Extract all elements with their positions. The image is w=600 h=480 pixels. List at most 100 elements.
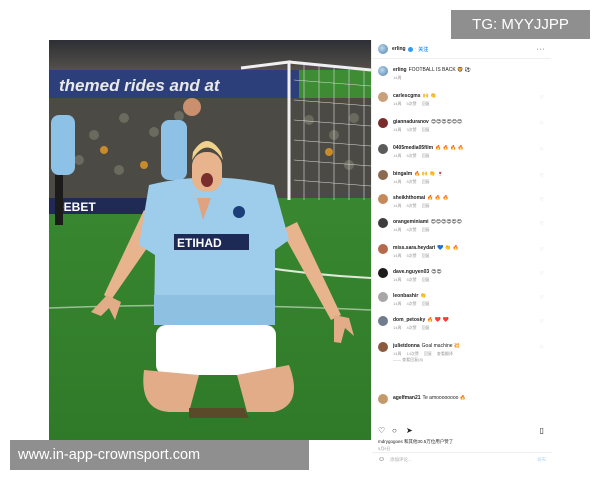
comment-username[interactable]: agelfman21 <box>393 395 421 401</box>
caption-username[interactable]: erling <box>393 67 407 73</box>
comment-like-heart-icon[interactable]: ♡ <box>540 197 544 203</box>
comment-likes[interactable]: 3次赞 <box>406 127 416 132</box>
comment-reply-button[interactable]: 回复 <box>422 203 430 208</box>
comment-row: dave.nguyen03 😍😍 14周 5次赞 回复 ♡ <box>378 268 546 290</box>
comment-likes[interactable]: 5次赞 <box>406 179 416 184</box>
emoji-icon[interactable]: ☺ <box>378 456 385 463</box>
comment-reply-button[interactable]: 回复 <box>422 127 430 132</box>
commenter-avatar[interactable] <box>378 144 388 154</box>
comment-like-heart-icon[interactable]: ♡ <box>540 295 544 301</box>
comment-text-line: sheikhthomai 🔥 🔥 🔥 <box>393 195 528 201</box>
commenter-avatar[interactable] <box>378 342 388 352</box>
view-replies-link[interactable]: —— 查看回复(8) <box>393 357 423 363</box>
comment-text: 😍😍 <box>431 269 442 275</box>
comment-likes[interactable]: 5次赞 <box>406 101 416 106</box>
share-icon[interactable]: ➤ <box>406 426 413 436</box>
comment-username[interactable]: 0405media05film <box>393 145 433 151</box>
comment-username[interactable]: sheikhthomai <box>393 195 425 201</box>
author-avatar[interactable] <box>378 44 388 54</box>
comment-like-heart-icon[interactable]: ♡ <box>540 221 544 227</box>
comment-meta: 14周 5次赞 回复 <box>393 253 435 259</box>
comment-meta: 14周 5次赞 回复 <box>393 179 435 185</box>
comment-reply-button[interactable]: 回复 <box>424 351 432 356</box>
comment-username[interactable]: miss.sara.heydari <box>393 245 435 251</box>
comment-reply-button[interactable]: 回复 <box>422 101 430 106</box>
comment-text: 👏 <box>420 293 427 299</box>
comment-meta: 14周 5次赞 回复 <box>393 101 435 107</box>
comment-reply-button[interactable]: 回复 <box>422 325 430 330</box>
comment-username[interactable]: dave.nguyen03 <box>393 269 429 275</box>
comment-icon[interactable]: ○ <box>392 426 397 436</box>
author-username[interactable]: erling <box>392 46 406 52</box>
post-photo[interactable]: themed rides and at DEBET ETIHAD <box>49 40 371 440</box>
comment-text: 🙌 👏 <box>422 93 437 99</box>
comment-username[interactable]: leonbashir <box>393 293 418 299</box>
comment-translate-button[interactable]: 查看翻译 <box>437 351 453 356</box>
comment-likes[interactable]: 4次赞 <box>406 227 416 232</box>
comment-likes[interactable]: 14次赞 <box>406 351 418 356</box>
more-options-icon[interactable]: ··· <box>537 46 546 53</box>
commenter-avatar[interactable] <box>378 394 388 404</box>
commenter-avatar[interactable] <box>378 316 388 326</box>
comment-meta: 14周 3次赞 回复 <box>393 127 435 133</box>
comment-reply-button[interactable]: 回复 <box>422 277 430 282</box>
commenter-avatar[interactable] <box>378 92 388 102</box>
bookmark-icon[interactable]: ▯ <box>540 426 544 436</box>
comment-time: 14周 <box>393 203 402 208</box>
comment-likes[interactable]: 4次赞 <box>406 301 416 306</box>
comment-list[interactable]: erling FOOTBALL IS BACK 🦁 ⚽ 14周 carlescgms 🙌… <box>372 62 552 420</box>
heart-icon[interactable]: ♡ <box>378 426 385 436</box>
comment-row: giannaduranov 😍😍😍😍😍😍 14周 3次赞 回复 ♡ <box>378 118 546 140</box>
comment-username[interactable]: orangeminiami <box>393 219 429 225</box>
commenter-avatar[interactable] <box>378 170 388 180</box>
comment-reply-button[interactable]: 回复 <box>422 179 430 184</box>
comment-like-heart-icon[interactable]: ♡ <box>540 319 544 325</box>
separator-dot: · <box>414 46 417 52</box>
comment-text-line: giannaduranov 😍😍😍😍😍😍 <box>393 119 528 125</box>
comment-like-heart-icon[interactable]: ♡ <box>540 147 544 153</box>
watermark-badge: TG: MYYJJPP <box>451 10 590 39</box>
commenter-avatar[interactable] <box>378 244 388 254</box>
comment-text: 🔥 🔥 🔥 🔥 <box>435 145 465 151</box>
comment-text-line: julietdonna Goal machine 💥 <box>393 343 528 349</box>
comment-time: 14周 <box>393 277 402 282</box>
commenter-avatar[interactable] <box>378 194 388 204</box>
comment-reply-button[interactable]: 回复 <box>422 301 430 306</box>
caption-avatar[interactable] <box>378 66 388 76</box>
commenter-avatar[interactable] <box>378 292 388 302</box>
comment-text-line: orangeminiami 😍😍😍😍😍😍 <box>393 219 528 225</box>
add-comment-input[interactable]: 添加评论... <box>390 457 412 463</box>
comment-like-heart-icon[interactable]: ♡ <box>540 271 544 277</box>
comment-username[interactable]: dom_petosky <box>393 317 425 323</box>
comment-like-heart-icon[interactable]: ♡ <box>540 345 544 351</box>
comment-text: 💙 👏 🔥 <box>437 245 459 251</box>
add-comment-bar: ☺ 添加评论... 发布 <box>372 452 552 467</box>
comment-reply-button[interactable]: 回复 <box>422 253 430 258</box>
commenter-avatar[interactable] <box>378 268 388 278</box>
commenter-avatar[interactable] <box>378 218 388 228</box>
comment-text-line: leonbashir 👏 <box>393 293 528 299</box>
likes-summary[interactable]: mdrygogoes 和其他30.5万位用户赞了 <box>378 439 453 445</box>
follow-button[interactable]: 关注 <box>418 46 428 53</box>
comment-like-heart-icon[interactable]: ♡ <box>540 247 544 253</box>
comment-username[interactable]: carlescgms <box>393 93 421 99</box>
comment-reply-button[interactable]: 回复 <box>422 227 430 232</box>
comment-likes[interactable]: 4次赞 <box>406 325 416 330</box>
comment-username[interactable]: giannaduranov <box>393 119 429 125</box>
post-comment-button[interactable]: 发布 <box>537 457 546 463</box>
comment-reply-button[interactable]: 回复 <box>422 153 430 158</box>
comment-text: Goal machine 💥 <box>421 343 461 349</box>
comment-row: miss.sara.heydari 💙 👏 🔥 14周 5次赞 回复 ♡ <box>378 244 546 266</box>
commenter-avatar[interactable] <box>378 118 388 128</box>
comment-likes[interactable]: 5次赞 <box>406 253 416 258</box>
comment-text: 😍😍😍😍😍😍 <box>430 219 462 225</box>
comment-likes[interactable]: 5次赞 <box>406 153 416 158</box>
comment-time: 14周 <box>393 179 402 184</box>
comment-likes[interactable]: 5次赞 <box>406 277 416 282</box>
comment-like-heart-icon[interactable]: ♡ <box>540 173 544 179</box>
comment-username[interactable]: julietdonna <box>393 343 420 349</box>
comment-like-heart-icon[interactable]: ♡ <box>540 95 544 101</box>
comment-likes[interactable]: 5次赞 <box>406 203 416 208</box>
comment-like-heart-icon[interactable]: ♡ <box>540 121 544 127</box>
comment-username[interactable]: bingalm <box>393 171 412 177</box>
